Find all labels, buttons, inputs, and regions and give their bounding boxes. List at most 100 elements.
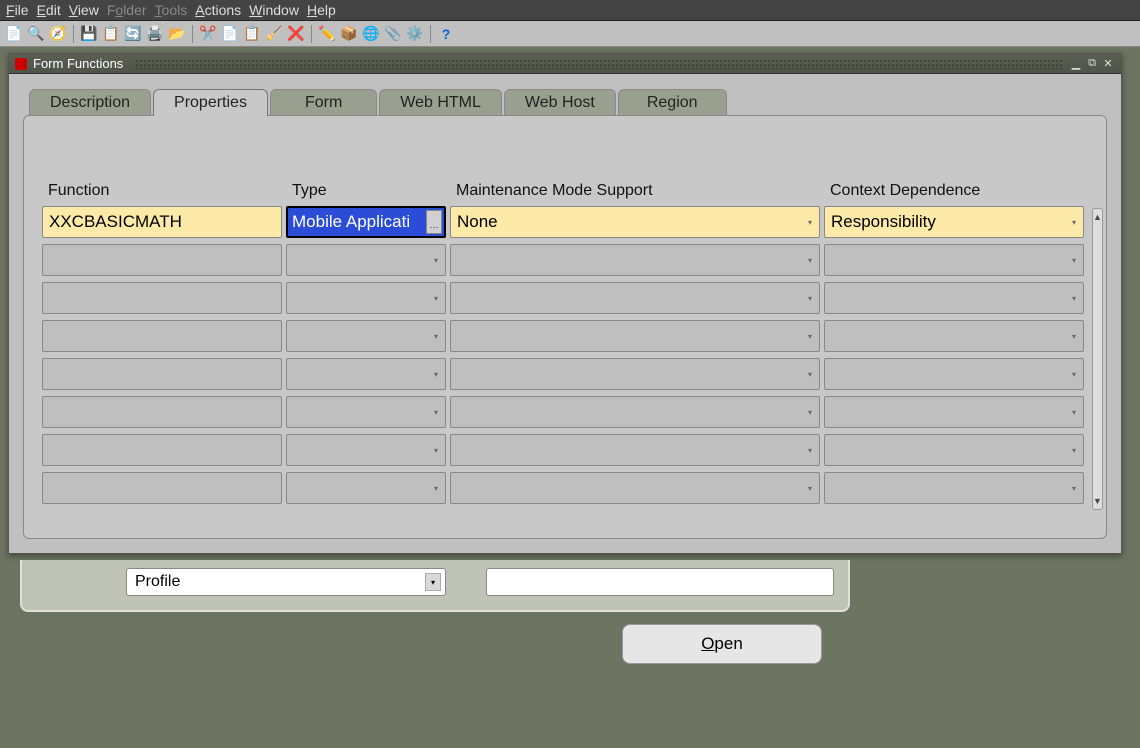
type-row4[interactable]: ▾ — [286, 358, 446, 390]
menu-view[interactable]: View — [69, 2, 99, 18]
chevron-down-icon[interactable]: ▾ — [803, 247, 817, 273]
maint-row0[interactable]: None ▾ — [450, 206, 820, 238]
function-row5[interactable] — [42, 396, 282, 428]
chevron-down-icon[interactable]: ▾ — [1067, 285, 1081, 311]
context-row5[interactable]: ▾ — [824, 396, 1084, 428]
chevron-down-icon[interactable]: ▾ — [1067, 247, 1081, 273]
folder-tools-icon[interactable]: ⚙️ — [405, 24, 425, 44]
nav-icon[interactable]: 🧭 — [48, 24, 68, 44]
scroll-up-icon[interactable]: ▲ — [1093, 212, 1102, 222]
chevron-down-icon[interactable]: ▾ — [803, 285, 817, 311]
chevron-down-icon[interactable]: ▾ — [803, 361, 817, 387]
save-icon[interactable]: 💾 — [79, 24, 99, 44]
profile-combo[interactable]: Profile ▾ — [126, 568, 446, 596]
type-row7[interactable]: ▾ — [286, 472, 446, 504]
type-row3[interactable]: ▾ — [286, 320, 446, 352]
tab-form[interactable]: Form — [270, 89, 377, 116]
menu-edit[interactable]: Edit — [37, 2, 61, 18]
copy-icon[interactable]: 📄 — [220, 24, 240, 44]
find-icon[interactable]: 🔍 — [26, 24, 46, 44]
function-row3[interactable] — [42, 320, 282, 352]
maint-row1[interactable]: ▾ — [450, 244, 820, 276]
globe-icon[interactable]: 🌐 — [361, 24, 381, 44]
type-row0[interactable]: Mobile Applicati ⋯ — [286, 206, 446, 238]
function-row4[interactable] — [42, 358, 282, 390]
chevron-down-icon[interactable]: ▾ — [429, 285, 443, 311]
tab-description[interactable]: Description — [29, 89, 151, 116]
chevron-down-icon[interactable]: ▾ — [429, 323, 443, 349]
maint-row7[interactable]: ▾ — [450, 472, 820, 504]
attach-icon[interactable]: 📎 — [383, 24, 403, 44]
chevron-down-icon[interactable]: ▾ — [803, 437, 817, 463]
restore-icon[interactable]: ⧉ — [1085, 57, 1099, 71]
context-row6[interactable]: ▾ — [824, 434, 1084, 466]
menu-help[interactable]: Help — [307, 2, 336, 18]
chevron-down-icon[interactable]: ▾ — [429, 247, 443, 273]
scroll-down-icon[interactable]: ▼ — [1093, 496, 1102, 506]
navigator-blank-field[interactable] — [486, 568, 834, 596]
lov-icon[interactable]: ⋯ — [426, 210, 442, 234]
open-button[interactable]: Open — [622, 624, 822, 664]
maint-row4[interactable]: ▾ — [450, 358, 820, 390]
chevron-down-icon[interactable]: ▾ — [803, 209, 817, 235]
tab-properties[interactable]: Properties — [153, 89, 268, 116]
function-row6[interactable] — [42, 434, 282, 466]
tab-webhtml[interactable]: Web HTML — [379, 89, 502, 116]
maint-row3[interactable]: ▾ — [450, 320, 820, 352]
print-icon[interactable]: 🖨️ — [145, 24, 165, 44]
tab-webhost[interactable]: Web Host — [504, 89, 616, 116]
chevron-down-icon[interactable]: ▾ — [1067, 323, 1081, 349]
context-row4[interactable]: ▾ — [824, 358, 1084, 390]
chevron-down-icon[interactable]: ▾ — [803, 475, 817, 501]
chevron-down-icon[interactable]: ▾ — [429, 475, 443, 501]
menu-window[interactable]: Window — [249, 2, 299, 18]
vertical-scrollbar[interactable]: ▲ ▼ — [1092, 208, 1103, 510]
chevron-down-icon[interactable]: ▾ — [429, 399, 443, 425]
context-row3[interactable]: ▾ — [824, 320, 1084, 352]
chevron-down-icon[interactable]: ▾ — [429, 437, 443, 463]
clear-icon[interactable]: 🧹 — [264, 24, 284, 44]
menu-tools[interactable]: Tools — [155, 2, 188, 18]
switch-icon[interactable]: 🔄 — [123, 24, 143, 44]
close-form-icon[interactable]: 📂 — [167, 24, 187, 44]
chevron-down-icon[interactable]: ▾ — [1067, 399, 1081, 425]
minimize-icon[interactable]: ▁ — [1069, 57, 1083, 71]
close-icon[interactable]: ✕ — [1101, 57, 1115, 71]
type-row5[interactable]: ▾ — [286, 396, 446, 428]
type-row6[interactable]: ▾ — [286, 434, 446, 466]
next-step-icon[interactable]: 📋 — [101, 24, 121, 44]
cut-icon[interactable]: ✂️ — [198, 24, 218, 44]
maint-row6[interactable]: ▾ — [450, 434, 820, 466]
function-row2[interactable] — [42, 282, 282, 314]
delete-icon[interactable]: ❌ — [286, 24, 306, 44]
chevron-down-icon[interactable]: ▾ — [1067, 475, 1081, 501]
menu-actions[interactable]: Actions — [195, 2, 241, 18]
menu-file[interactable]: File — [6, 2, 29, 18]
context-row1[interactable]: ▾ — [824, 244, 1084, 276]
function-row1[interactable] — [42, 244, 282, 276]
context-row7[interactable]: ▾ — [824, 472, 1084, 504]
context-row0[interactable]: Responsibility ▾ — [824, 206, 1084, 238]
chevron-down-icon[interactable]: ▾ — [1067, 437, 1081, 463]
function-row7[interactable] — [42, 472, 282, 504]
function-row0[interactable]: XXCBASICMATH — [42, 206, 282, 238]
maint-row5[interactable]: ▾ — [450, 396, 820, 428]
new-icon[interactable]: 📄 — [4, 24, 24, 44]
edit-icon[interactable]: ✏️ — [317, 24, 337, 44]
chevron-down-icon[interactable]: ▾ — [803, 323, 817, 349]
paste-icon[interactable]: 📋 — [242, 24, 262, 44]
help-icon[interactable]: ? — [436, 24, 456, 44]
maint-row2[interactable]: ▾ — [450, 282, 820, 314]
tab-region[interactable]: Region — [618, 89, 727, 116]
chevron-down-icon[interactable]: ▾ — [1067, 361, 1081, 387]
type-row1[interactable]: ▾ — [286, 244, 446, 276]
context-row2[interactable]: ▾ — [824, 282, 1084, 314]
type-row2[interactable]: ▾ — [286, 282, 446, 314]
chevron-down-icon[interactable]: ▾ — [1067, 209, 1081, 235]
translate-icon[interactable]: 📦 — [339, 24, 359, 44]
menu-folder[interactable]: Folder — [107, 2, 147, 18]
chevron-down-icon[interactable]: ▾ — [429, 361, 443, 387]
chevron-down-icon[interactable]: ▾ — [425, 573, 441, 591]
chevron-down-icon[interactable]: ▾ — [803, 399, 817, 425]
col-function-label: Function — [42, 180, 282, 206]
